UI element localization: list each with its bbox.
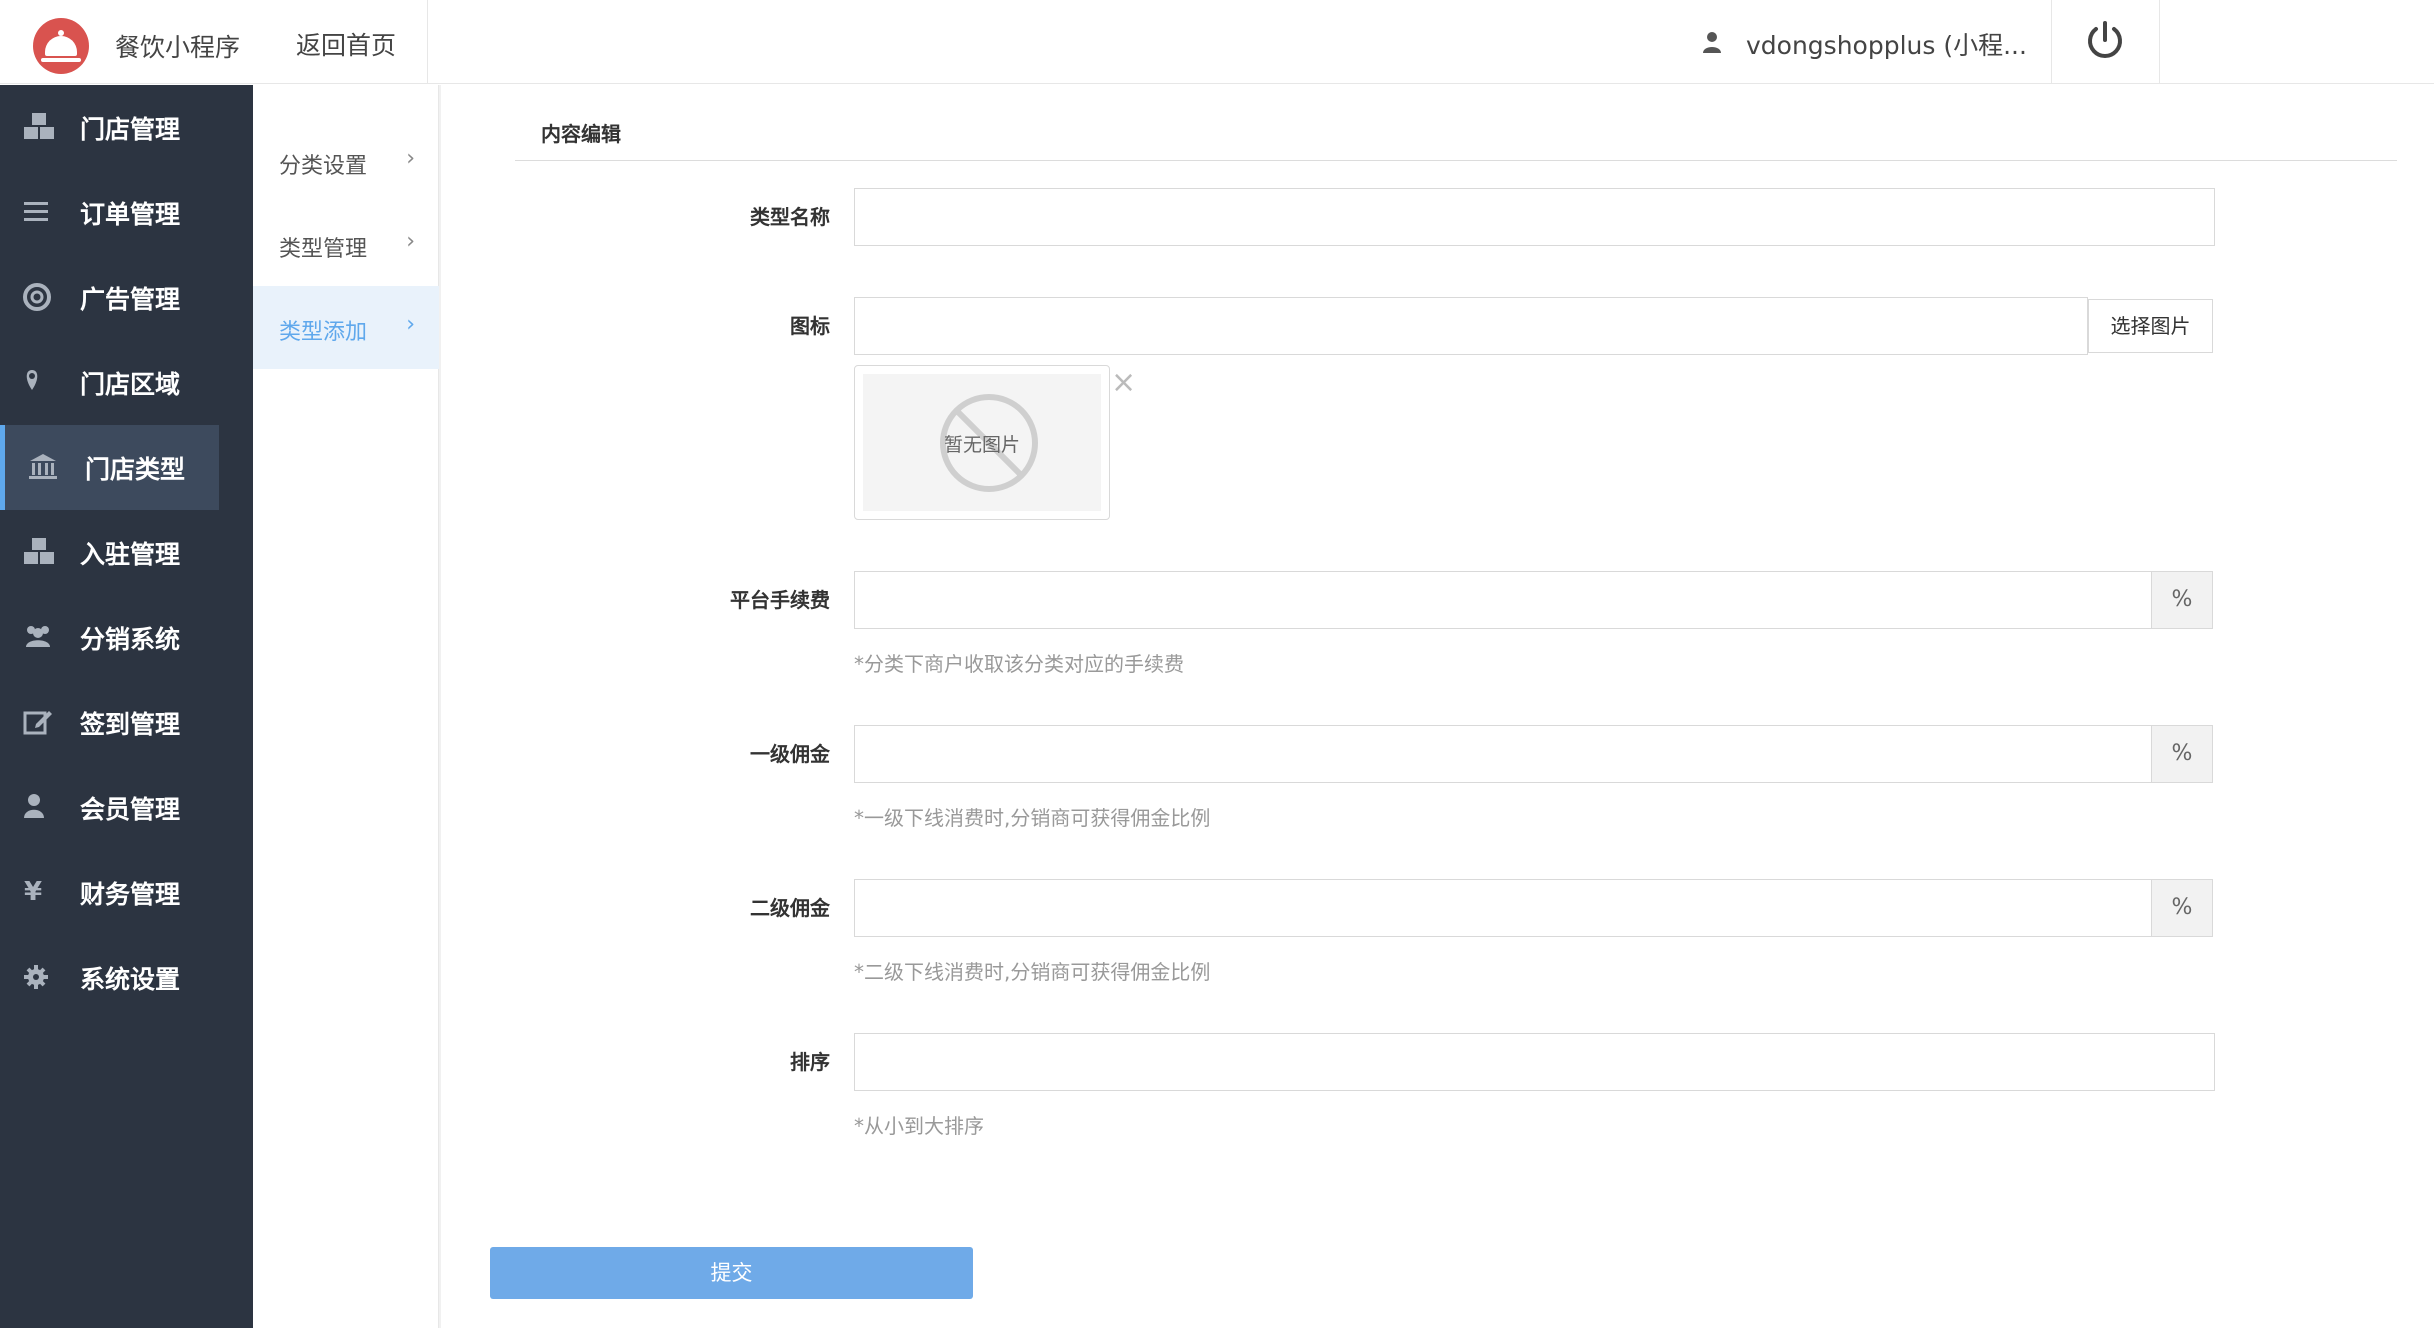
platform-fee-help: *分类下商户收取该分类对应的手续费 bbox=[854, 652, 1184, 676]
chevron-right-icon: › bbox=[406, 146, 415, 171]
sidebar-item-members[interactable]: 会员管理 bbox=[0, 765, 253, 850]
choose-image-button[interactable]: 选择图片 bbox=[2088, 299, 2213, 353]
subnav-item-label: 分类设置 bbox=[279, 154, 368, 179]
yen-icon: ¥ bbox=[24, 877, 42, 907]
divider bbox=[2051, 0, 2052, 84]
subnav-item-type-management[interactable]: 类型管理 › bbox=[253, 203, 439, 286]
level2-commission-label: 二级佣金 bbox=[750, 896, 830, 920]
level2-commission-input[interactable] bbox=[854, 879, 2152, 937]
subnav-item-label: 类型管理 bbox=[279, 237, 368, 262]
level1-commission-label: 一级佣金 bbox=[750, 742, 830, 766]
sidebar-item-finance[interactable]: ¥ 财务管理 bbox=[0, 850, 253, 935]
chevron-right-icon: › bbox=[406, 312, 415, 337]
cubes-icon bbox=[24, 113, 54, 139]
sidebar-item-label: 会员管理 bbox=[80, 795, 181, 824]
divider bbox=[515, 160, 2397, 161]
divider bbox=[427, 0, 428, 84]
percent-addon: % bbox=[2151, 879, 2213, 937]
user-icon bbox=[24, 794, 44, 818]
close-icon[interactable]: × bbox=[1111, 368, 1136, 398]
sidebar-item-label: 入驻管理 bbox=[80, 540, 181, 569]
subnav-item-label: 类型添加 bbox=[279, 320, 368, 345]
subnav-item-category-settings[interactable]: 分类设置 › bbox=[253, 120, 439, 203]
sidebar-item-label: 订单管理 bbox=[80, 200, 181, 229]
sort-help: *从小到大排序 bbox=[854, 1114, 984, 1138]
type-name-label: 类型名称 bbox=[750, 205, 830, 229]
sidebar-item-distribution[interactable]: 分销系统 bbox=[0, 595, 253, 680]
submit-button[interactable]: 提交 bbox=[490, 1247, 973, 1299]
level2-commission-help: *二级下线消费时,分销商可获得佣金比例 bbox=[854, 960, 1211, 984]
sidebar-item-label: 门店类型 bbox=[85, 455, 186, 484]
no-image-text: 暂无图片 bbox=[943, 434, 1020, 456]
lifebuoy-icon bbox=[23, 283, 51, 311]
divider bbox=[439, 85, 441, 1328]
level1-commission-help: *一级下线消费时,分销商可获得佣金比例 bbox=[854, 806, 1211, 830]
sidebar-item-label: 财务管理 bbox=[80, 880, 181, 909]
content-title: 内容编辑 bbox=[541, 122, 621, 146]
top-bar: 餐饮小程序 返回首页 vdongshopplus (小程... bbox=[0, 0, 2434, 84]
sort-input[interactable] bbox=[854, 1033, 2215, 1091]
sidebar-item-system-settings[interactable]: 系统设置 bbox=[0, 935, 253, 1020]
sidebar-item-label: 签到管理 bbox=[80, 710, 181, 739]
sidebar-item-settle-in[interactable]: 入驻管理 bbox=[0, 510, 253, 595]
sidebar-item-checkin[interactable]: 签到管理 bbox=[0, 680, 253, 765]
user-icon bbox=[1703, 32, 1721, 53]
chevron-right-icon: › bbox=[406, 229, 415, 254]
type-name-input[interactable] bbox=[854, 188, 2215, 246]
user-menu[interactable]: vdongshopplus (小程... bbox=[1746, 26, 2027, 62]
icon-url-input[interactable] bbox=[854, 297, 2088, 355]
percent-addon: % bbox=[2151, 725, 2213, 783]
sidebar-item-store-type[interactable]: 门店类型 bbox=[0, 425, 219, 510]
app-logo bbox=[33, 18, 89, 74]
users-icon bbox=[26, 626, 50, 647]
sidebar-item-store-management[interactable]: 门店管理 bbox=[0, 85, 253, 170]
app-title: 餐饮小程序 bbox=[115, 33, 241, 62]
percent-addon: % bbox=[2151, 571, 2213, 629]
sub-navigation: 分类设置 › 类型管理 › 类型添加 › bbox=[253, 85, 439, 1328]
icon-label: 图标 bbox=[790, 314, 830, 338]
image-preview: 暂无图片 bbox=[854, 365, 1110, 520]
edit-icon bbox=[23, 711, 52, 735]
svg-text:¥: ¥ bbox=[24, 877, 42, 907]
level1-commission-input[interactable] bbox=[854, 725, 2152, 783]
sidebar-item-label: 系统设置 bbox=[80, 965, 181, 994]
bank-icon bbox=[29, 454, 57, 479]
subnav-item-type-add[interactable]: 类型添加 › bbox=[253, 286, 439, 369]
home-link[interactable]: 返回首页 bbox=[296, 26, 396, 62]
cubes-icon bbox=[24, 538, 54, 564]
sidebar-item-label: 门店管理 bbox=[80, 115, 181, 144]
sidebar-item-ad-management[interactable]: 广告管理 bbox=[0, 255, 253, 340]
platform-fee-input[interactable] bbox=[854, 571, 2152, 629]
sidebar-item-label: 分销系统 bbox=[80, 625, 181, 654]
divider bbox=[2159, 0, 2160, 84]
sort-label: 排序 bbox=[790, 1050, 830, 1074]
gear-icon bbox=[24, 965, 48, 989]
map-pin-icon bbox=[26, 370, 38, 390]
sidebar: 门店管理 订单管理 广告管理 门店区域 门店类型 入驻管理 分销系统 签到管理 … bbox=[0, 85, 253, 1328]
power-icon[interactable] bbox=[2083, 18, 2127, 62]
sidebar-item-order-management[interactable]: 订单管理 bbox=[0, 170, 253, 255]
platform-fee-label: 平台手续费 bbox=[730, 588, 830, 612]
sidebar-item-store-region[interactable]: 门店区域 bbox=[0, 340, 253, 425]
sidebar-item-label: 门店区域 bbox=[80, 370, 181, 399]
list-icon bbox=[24, 202, 48, 221]
sidebar-item-label: 广告管理 bbox=[80, 285, 181, 314]
